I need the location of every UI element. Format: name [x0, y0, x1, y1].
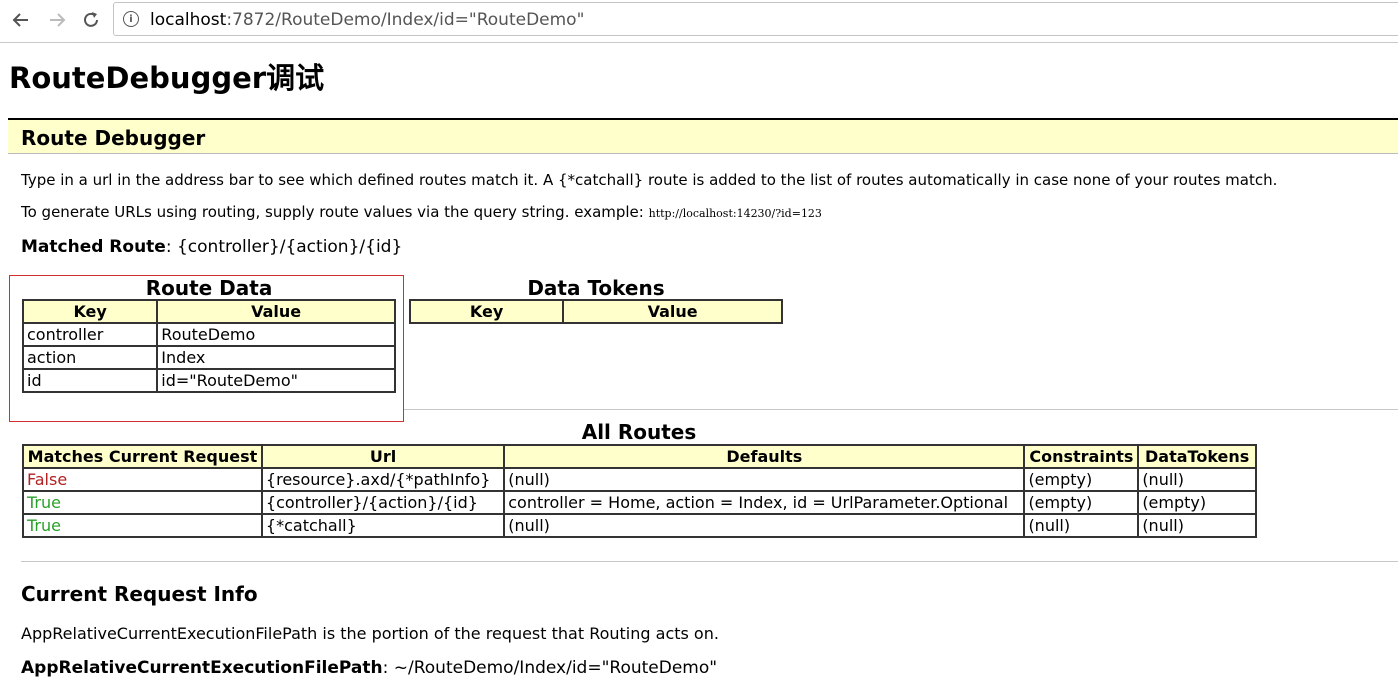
- table-row: controller RouteDemo: [21, 322, 396, 347]
- route-data-key: controller: [21, 322, 159, 347]
- table-row: True {controller}/{action}/{id} controll…: [22, 490, 1257, 515]
- data-tokens-table: Key Value: [408, 299, 783, 324]
- route-data-value: id="RouteDemo": [156, 368, 396, 393]
- column-header: Url: [260, 444, 506, 469]
- matched-route: Matched Route: {controller}/{action}/{id…: [21, 237, 402, 257]
- gen-urls-example: http://localhost:14230/?id=123: [648, 207, 822, 220]
- current-request-path-label: AppRelativeCurrentExecutionFilePath: [21, 658, 383, 678]
- reload-button[interactable]: [78, 7, 104, 33]
- column-header: DataTokens: [1137, 444, 1257, 469]
- all-routes-caption: All Routes: [581, 420, 697, 444]
- route-datatokens: (null): [1137, 513, 1257, 538]
- back-button[interactable]: [8, 7, 34, 33]
- address-bar[interactable]: i localhost:7872/RouteDemo/Index/id="Rou…: [113, 2, 1398, 36]
- arrow-left-icon: [12, 13, 28, 27]
- route-datatokens: (empty): [1137, 490, 1257, 515]
- page-title: RouteDebugger调试: [9, 61, 325, 95]
- route-data-key: id: [21, 368, 159, 393]
- route-debugger-heading: Route Debugger: [21, 126, 206, 150]
- route-constraints: (empty): [1023, 490, 1140, 515]
- route-datatokens: (null): [1137, 467, 1257, 492]
- intro-text: Type in a url in the address bar to see …: [21, 171, 1278, 189]
- match-status: True: [22, 513, 263, 538]
- divider: [404, 409, 1398, 410]
- route-defaults: (null): [503, 467, 1026, 492]
- column-header: Matches Current Request: [22, 444, 263, 469]
- route-data-table: Key Value controller RouteDemo action In…: [21, 299, 396, 393]
- url-path: :7872/RouteDemo/Index/id="RouteDemo": [226, 10, 585, 30]
- reload-icon: [84, 12, 98, 27]
- browser-toolbar: i localhost:7872/RouteDemo/Index/id="Rou…: [0, 0, 1398, 43]
- current-request-heading: Current Request Info: [21, 582, 258, 606]
- route-constraints: (null): [1023, 513, 1140, 538]
- divider: [21, 561, 1398, 562]
- route-url: {controller}/{action}/{id}: [260, 490, 506, 515]
- table-row: action Index: [21, 345, 396, 370]
- route-defaults: controller = Home, action = Index, id = …: [503, 490, 1026, 515]
- table-row: False {resource}.axd/{*pathInfo} (null) …: [22, 467, 1257, 492]
- current-request-path-value: ~/RouteDemo/Index/id="RouteDemo": [393, 658, 718, 678]
- route-data-value: RouteDemo: [156, 322, 396, 347]
- route-defaults: (null): [503, 513, 1026, 538]
- url-host: localhost: [150, 10, 227, 30]
- current-request-separator: :: [382, 658, 394, 678]
- table-header-row: Matches Current Request Url Defaults Con…: [22, 444, 1257, 469]
- all-routes-table: Matches Current Request Url Defaults Con…: [22, 444, 1257, 538]
- gen-urls-description: To generate URLs using routing, supply r…: [21, 203, 649, 221]
- match-status: True: [22, 490, 263, 515]
- gen-urls-text: To generate URLs using routing, supply r…: [21, 203, 822, 221]
- route-constraints: (empty): [1023, 467, 1140, 492]
- current-request-description: AppRelativeCurrentExecutionFilePath is t…: [21, 624, 719, 643]
- arrow-right-icon: [50, 13, 66, 27]
- route-data-caption: Route Data: [145, 276, 273, 300]
- column-header: Defaults: [503, 444, 1026, 469]
- table-row: id id="RouteDemo": [21, 368, 396, 393]
- table-header-row: Key Value: [408, 299, 783, 324]
- route-url: {*catchall}: [260, 513, 506, 538]
- route-data-value: Index: [156, 345, 396, 370]
- forward-button[interactable]: [44, 7, 70, 33]
- matched-route-separator: :: [165, 237, 177, 257]
- column-header: Key: [408, 299, 565, 324]
- matched-route-label: Matched Route: [21, 237, 166, 257]
- info-icon[interactable]: i: [123, 11, 139, 27]
- column-header: Value: [156, 299, 396, 324]
- route-url: {resource}.axd/{*pathInfo}: [260, 467, 506, 492]
- column-header: Key: [21, 299, 159, 324]
- match-status: False: [22, 467, 263, 492]
- current-request-path: AppRelativeCurrentExecutionFilePath: ~/R…: [21, 658, 717, 678]
- route-debugger-header: Route Debugger: [8, 118, 1398, 154]
- table-row: True {*catchall} (null) (null) (null): [22, 513, 1257, 538]
- address-bar-url[interactable]: localhost:7872/RouteDemo/Index/id="Route…: [150, 10, 584, 30]
- table-header-row: Key Value: [21, 299, 396, 324]
- column-header: Constraints: [1023, 444, 1140, 469]
- data-tokens-caption: Data Tokens: [527, 276, 665, 300]
- column-header: Value: [562, 299, 783, 324]
- route-data-key: action: [21, 345, 159, 370]
- matched-route-value: {controller}/{action}/{id}: [176, 237, 403, 257]
